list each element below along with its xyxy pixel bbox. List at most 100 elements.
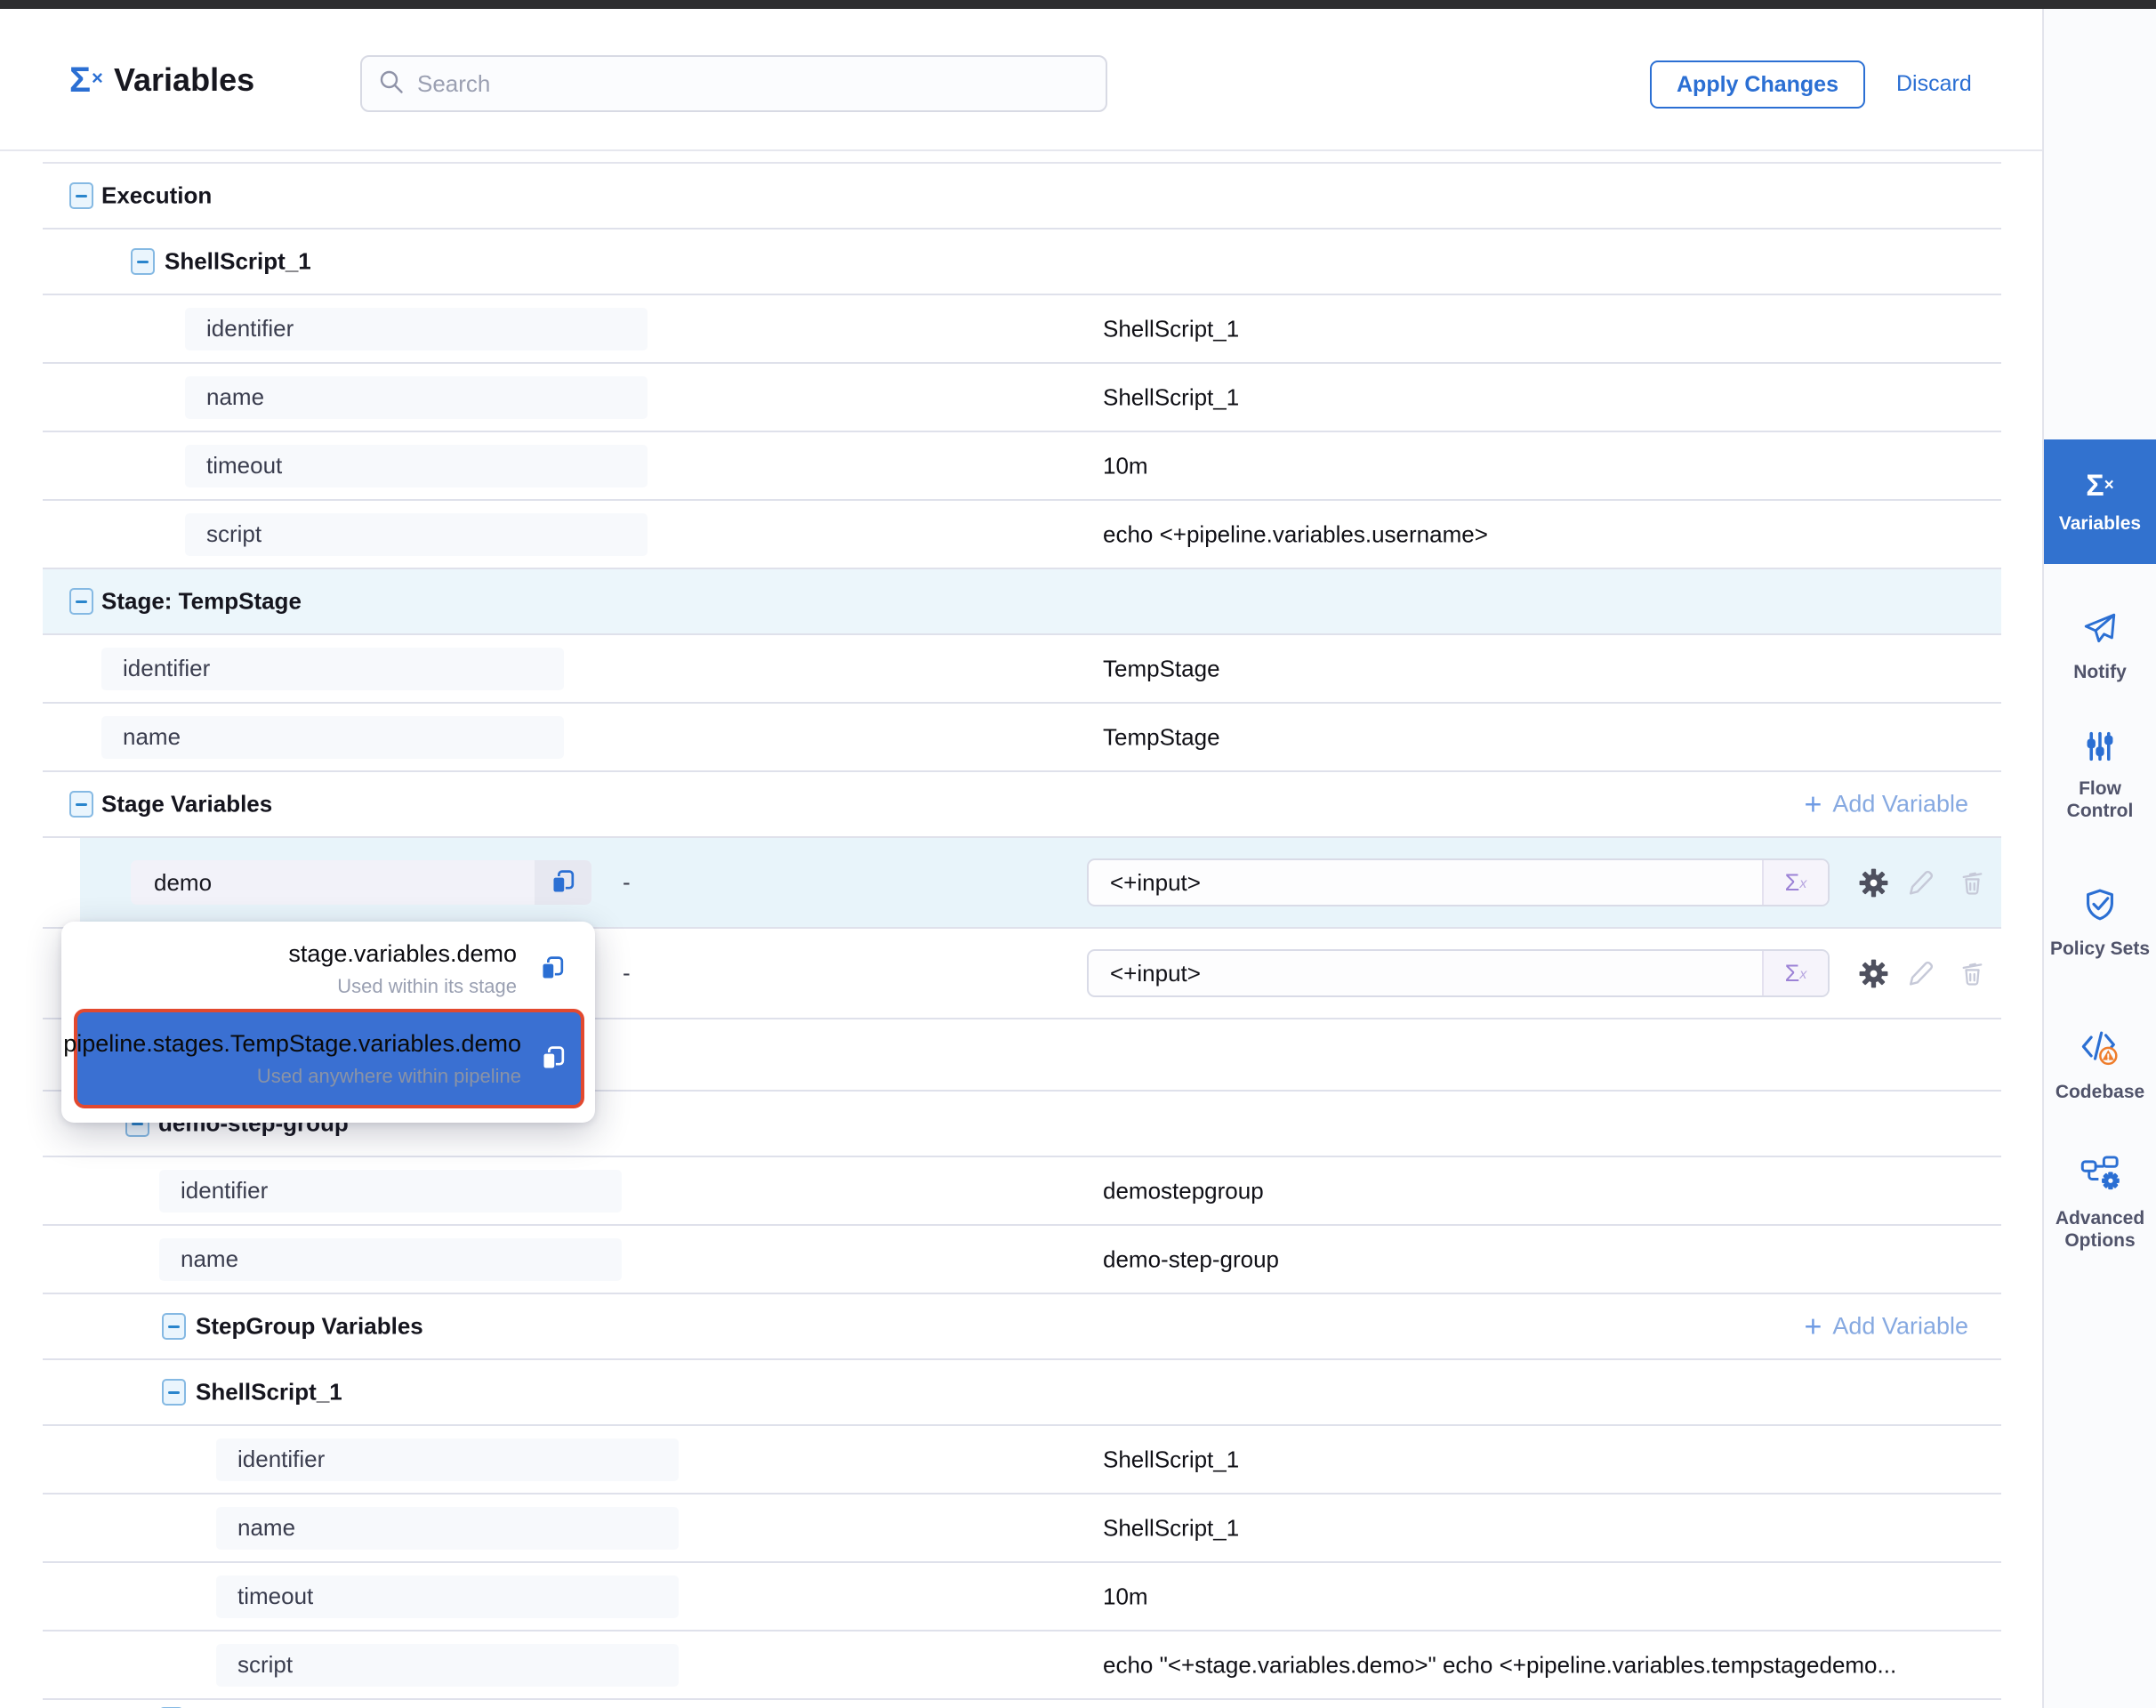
- variable-path: pipeline.stages.TempStage.variables.demo: [63, 1030, 521, 1058]
- delete-trash-icon[interactable]: [1955, 956, 1989, 990]
- field-value: ShellScript_1: [1103, 1446, 1239, 1473]
- search-icon: [378, 68, 405, 100]
- table-row: name ShellScript_1: [43, 1494, 2001, 1563]
- edit-pencil-icon[interactable]: [1903, 866, 1937, 899]
- field-value: echo "<+stage.variables.demo>" echo <+pi…: [1103, 1651, 1896, 1679]
- field-value: 10m: [1103, 452, 1148, 479]
- collapse-toggle-icon[interactable]: [162, 1313, 186, 1340]
- section-row: ShellScript_1: [43, 1360, 2001, 1426]
- right-icon-rail: Σ× Variables Notify Flow Control Policy Sets…: [2042, 9, 2156, 1708]
- collapse-toggle-icon[interactable]: [162, 1379, 186, 1406]
- collapse-toggle-icon[interactable]: [69, 791, 93, 818]
- sidebar-item-label: Variables: [2055, 512, 2144, 535]
- table-row: name TempStage: [43, 704, 2001, 772]
- table-row: identifier TempStage: [43, 635, 2001, 704]
- field-name-box: identifier: [159, 1170, 622, 1213]
- variable-path-text: pipeline.stages.TempStage.variables.demo…: [63, 1030, 521, 1088]
- variables-sigma-icon: Σ×: [69, 55, 102, 110]
- field-name-box: name: [159, 1238, 622, 1281]
- section-label: Stage Variables: [101, 791, 272, 818]
- edit-pencil-icon[interactable]: [1903, 956, 1937, 990]
- section-label: Stage: TempStage: [101, 588, 302, 616]
- sidebar-item-label: Codebase: [2052, 1081, 2148, 1103]
- variable-scope-hint: Used anywhere within pipeline: [257, 1065, 521, 1088]
- sidebar-item-codebase[interactable]: Codebase: [2044, 1016, 2156, 1114]
- collapse-toggle-icon[interactable]: [69, 182, 93, 209]
- plus-icon: +: [1805, 791, 1822, 818]
- collapse-toggle-icon[interactable]: [69, 588, 93, 615]
- sidebar-item-flow-control[interactable]: Flow Control: [2044, 721, 2156, 829]
- add-variable-label: Add Variable: [1832, 791, 1968, 818]
- field-name-box: script: [216, 1644, 679, 1687]
- collapse-toggle-icon[interactable]: [131, 248, 155, 275]
- table-row: script echo "<+stage.variables.demo>" ech…: [43, 1631, 2001, 1700]
- copy-icon[interactable]: [539, 1044, 568, 1074]
- field-value: echo <+pipeline.variables.username>: [1103, 520, 1488, 548]
- section-label: ShellScript_1: [165, 248, 311, 276]
- field-value: ShellScript_1: [1103, 1514, 1239, 1542]
- table-row: nameShellScript_1: [43, 364, 2001, 432]
- table-row: namedemo-step-group: [43, 1226, 2001, 1294]
- section-label: Execution: [101, 182, 212, 210]
- discard-button[interactable]: Discard: [1896, 71, 1972, 97]
- sigma-icon: Σ×: [2086, 469, 2114, 504]
- delete-trash-icon[interactable]: [1955, 866, 1989, 899]
- settings-gear-icon[interactable]: [1856, 866, 1890, 899]
- variable-path-text: stage.variables.demo Used within its stag…: [288, 940, 517, 998]
- field-name-box: timeout: [185, 445, 648, 487]
- copy-icon[interactable]: [535, 955, 570, 984]
- variable-path: stage.variables.demo: [288, 940, 517, 968]
- expression-toggle-icon[interactable]: Σx: [1762, 860, 1828, 905]
- sidebar-item-notify[interactable]: Notify: [2044, 596, 2156, 697]
- variable-description: -: [623, 960, 631, 987]
- window-top-bar: [0, 0, 2156, 9]
- field-value: ShellScript_1: [1103, 383, 1239, 411]
- add-variable-label: Add Variable: [1832, 1313, 1968, 1341]
- field-name-box: identifier: [101, 648, 564, 690]
- variable-path-option[interactable]: pipeline.stages.TempStage.variables.demo…: [74, 1009, 584, 1108]
- field-value: demostepgroup: [1103, 1177, 1264, 1204]
- page-title: Variables: [114, 55, 254, 105]
- field-name-box: identifier: [216, 1438, 679, 1481]
- field-name-box: name: [101, 716, 564, 759]
- variable-value: <+input>: [1089, 960, 1762, 987]
- sidebar-item-label: Policy Sets: [2047, 938, 2153, 960]
- sidebar-item-label: Flow Control: [2044, 777, 2156, 822]
- copy-icon[interactable]: [535, 860, 591, 905]
- variable-value-input[interactable]: <+input>Σx: [1087, 949, 1830, 997]
- table-row: identifier demostepgroup: [43, 1157, 2001, 1226]
- section-label: ShellScript_1: [196, 1379, 342, 1406]
- sliders-icon: [2082, 729, 2118, 769]
- section-row: Execution: [43, 164, 2001, 230]
- field-value: TempStage: [1103, 723, 1220, 751]
- shield-check-icon: [2081, 887, 2119, 929]
- code-warning-icon: [2080, 1027, 2120, 1072]
- section-row: Stage Variables + Add Variable: [43, 772, 2001, 838]
- sidebar-item-policy-sets[interactable]: Policy Sets: [2044, 865, 2156, 982]
- sidebar-item-label: Advanced Options: [2044, 1207, 2156, 1252]
- settings-gear-icon[interactable]: [1856, 956, 1890, 990]
- table-row: timeout10m: [43, 1563, 2001, 1631]
- field-name-box: name: [216, 1507, 679, 1550]
- variable-scope-hint: Used within its stage: [337, 975, 517, 998]
- sidebar-item-label: Notify: [2070, 661, 2130, 683]
- variable-path-popup: stage.variables.demo Used within its stag…: [61, 922, 595, 1123]
- variable-path-option[interactable]: stage.variables.demo Used within its stag…: [72, 938, 584, 1000]
- section-row: Stage: TempStage: [43, 569, 2001, 635]
- sidebar-item-variables[interactable]: Σ× Variables: [2044, 439, 2156, 564]
- add-variable-button[interactable]: + Add Variable: [1805, 791, 1968, 818]
- paper-plane-icon: [2081, 610, 2119, 652]
- variable-value: <+input>: [1089, 869, 1762, 897]
- variable-description: -: [623, 869, 631, 897]
- panel-header: Σ× Variables Search Apply Changes Discar…: [0, 9, 2042, 151]
- apply-changes-button[interactable]: Apply Changes: [1650, 60, 1865, 109]
- expression-toggle-icon[interactable]: Σx: [1762, 951, 1828, 995]
- variable-value-input[interactable]: <+input>Σx: [1087, 858, 1830, 906]
- search-input[interactable]: Search: [360, 55, 1107, 112]
- add-variable-button[interactable]: +Add Variable: [1805, 1313, 1968, 1341]
- field-value: TempStage: [1103, 655, 1220, 682]
- variable-name-field[interactable]: demo: [131, 860, 591, 905]
- flow-gear-icon: [2080, 1153, 2120, 1198]
- sidebar-item-advanced-options[interactable]: Advanced Options: [2044, 1146, 2156, 1258]
- variables-panel: Σ× Variables Search Apply Changes Discar…: [0, 0, 2156, 1708]
